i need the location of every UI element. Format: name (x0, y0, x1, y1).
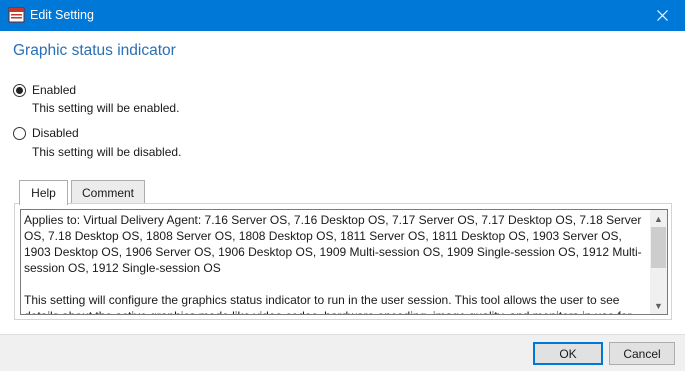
enabled-label[interactable]: Enabled (32, 83, 76, 97)
help-panel: Applies to: Virtual Delivery Agent: 7.16… (14, 203, 672, 320)
disabled-radio[interactable] (13, 126, 26, 140)
help-text-area[interactable]: Applies to: Virtual Delivery Agent: 7.16… (20, 209, 668, 315)
ok-button[interactable]: OK (533, 342, 603, 365)
enabled-description: This setting will be enabled. (32, 101, 180, 115)
disabled-option[interactable]: Disabled (13, 126, 79, 140)
close-icon (656, 10, 668, 21)
tab-help[interactable]: Help (19, 180, 68, 205)
title-bar: Edit Setting (0, 0, 685, 31)
tab-comment[interactable]: Comment (71, 180, 145, 204)
help-description: This setting will configure the graphics… (24, 293, 631, 314)
scroll-up-icon[interactable]: ▲ (650, 210, 667, 227)
window-title: Edit Setting (30, 8, 94, 22)
help-text: Applies to: Virtual Delivery Agent: 7.16… (24, 212, 648, 314)
vertical-scrollbar[interactable]: ▲ ▼ (650, 210, 667, 314)
disabled-description: This setting will be disabled. (32, 145, 182, 159)
help-applies-to: Applies to: Virtual Delivery Agent: 7.16… (24, 213, 642, 275)
enabled-option[interactable]: Enabled (13, 83, 76, 97)
scroll-down-icon[interactable]: ▼ (650, 297, 667, 314)
citrix-policy-icon (8, 7, 25, 23)
dialog-footer: OK Cancel (0, 334, 685, 371)
close-button[interactable] (639, 0, 685, 31)
enabled-radio[interactable] (13, 83, 26, 97)
scroll-thumb[interactable] (651, 227, 666, 268)
setting-title: Graphic status indicator (13, 42, 176, 59)
cancel-button[interactable]: Cancel (609, 342, 675, 365)
disabled-label[interactable]: Disabled (32, 126, 79, 140)
